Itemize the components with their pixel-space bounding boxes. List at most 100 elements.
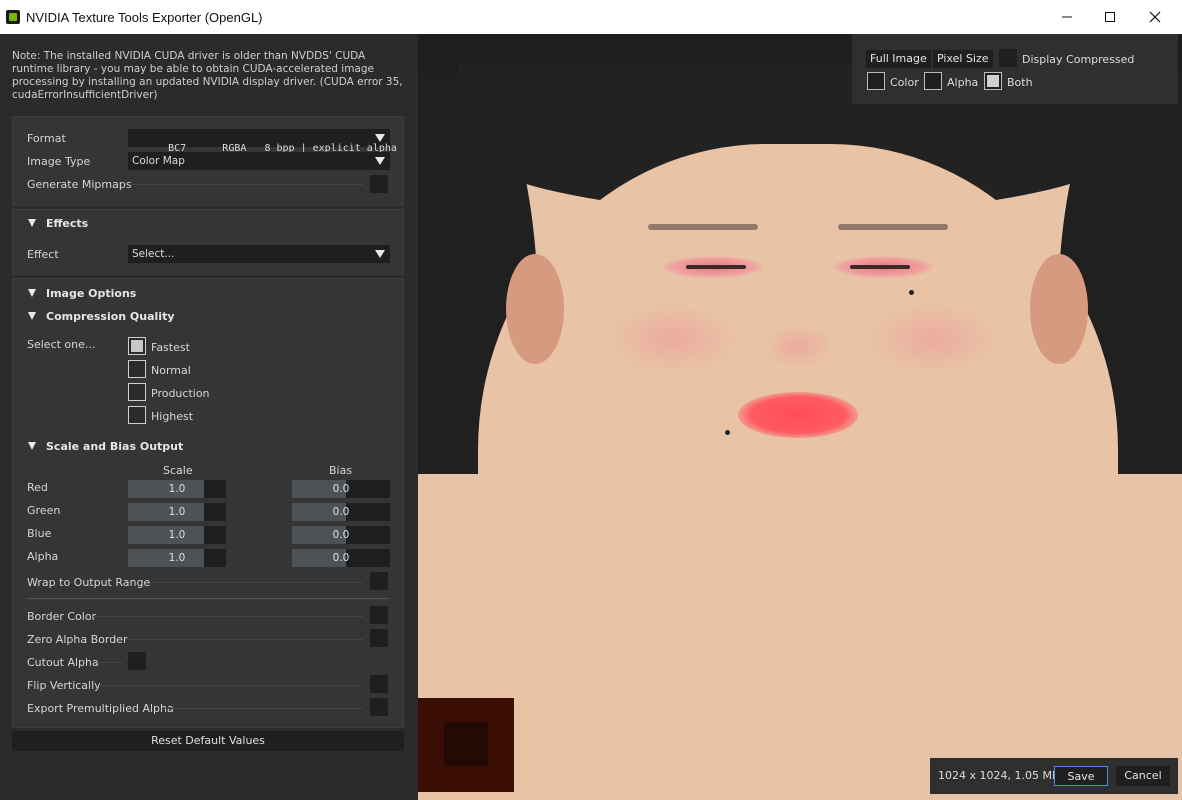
green-bias-slider[interactable]: 0.0 — [292, 503, 390, 521]
premultiplied-alpha-checkbox[interactable] — [370, 698, 388, 716]
cutout-alpha-checkbox[interactable] — [128, 652, 146, 670]
green-bias-value: 0.0 — [332, 506, 350, 518]
full-image-button[interactable]: Full Image — [866, 50, 931, 68]
both-channel-checkbox[interactable] — [984, 72, 1002, 90]
effects-section: Effects Effect Select... — [12, 209, 404, 275]
quality-normal-radio[interactable] — [128, 360, 146, 378]
both-channel-label: Both — [1007, 76, 1033, 89]
alpha-thumbnail — [418, 698, 514, 792]
bias-column-header: Bias — [329, 464, 353, 477]
quality-production-label[interactable]: Production — [151, 387, 210, 400]
blue-bias-slider[interactable]: 0.0 — [292, 526, 390, 544]
dropdown-arrow-icon — [375, 157, 385, 165]
collapse-triangle-icon[interactable] — [28, 312, 36, 320]
save-button[interactable]: Save — [1054, 766, 1108, 786]
collapse-triangle-icon[interactable] — [28, 442, 36, 450]
collapse-triangle-icon[interactable] — [28, 289, 36, 297]
quality-fastest-label[interactable]: Fastest — [151, 341, 190, 354]
red-scale-slider[interactable]: 1.0 — [128, 480, 226, 498]
quality-normal-label[interactable]: Normal — [151, 364, 191, 377]
nvidia-app-icon — [6, 10, 20, 24]
display-compressed-checkbox[interactable] — [999, 49, 1017, 67]
quality-highest-radio[interactable] — [128, 406, 146, 424]
alpha-bias-slider[interactable]: 0.0 — [292, 549, 390, 567]
zero-alpha-border-label: Zero Alpha Border — [27, 633, 128, 646]
minimize-icon — [1062, 16, 1072, 18]
window-title: NVIDIA Texture Tools Exporter (OpenGL) — [26, 10, 263, 25]
red-bias-value: 0.0 — [332, 483, 350, 495]
footer-bar: 1024 x 1024, 1.05 MB Save Cancel — [930, 758, 1178, 794]
channel-blue-label: Blue — [27, 527, 52, 540]
cutout-alpha-label: Cutout Alpha — [27, 656, 99, 669]
wrap-output-checkbox[interactable] — [370, 572, 388, 590]
compression-quality-header[interactable]: Compression Quality — [46, 310, 175, 323]
alpha-bias-value: 0.0 — [332, 552, 350, 564]
collapse-triangle-icon[interactable] — [28, 219, 36, 227]
thumbnail-inner — [444, 722, 488, 766]
texture-ear-left — [506, 254, 564, 364]
maximize-button[interactable] — [1087, 0, 1133, 34]
close-button[interactable] — [1132, 0, 1178, 34]
row-dashes — [163, 708, 363, 709]
effects-header[interactable]: Effects — [46, 217, 88, 230]
border-color-checkbox[interactable] — [370, 606, 388, 624]
generate-mipmaps-checkbox[interactable] — [370, 175, 388, 193]
format-section: Format BC7 RGBA 8 bpp | explicit alpha I… — [12, 116, 404, 206]
separator — [27, 598, 389, 599]
quality-highest-label[interactable]: Highest — [151, 410, 193, 423]
reset-default-values-button[interactable]: Reset Default Values — [12, 731, 404, 751]
zero-alpha-border-checkbox[interactable] — [370, 629, 388, 647]
channel-green-label: Green — [27, 504, 61, 517]
image-type-value: Color Map — [132, 155, 185, 167]
blue-scale-value: 1.0 — [168, 529, 186, 541]
title-bar: NVIDIA Texture Tools Exporter (OpenGL) — [0, 0, 1182, 34]
scale-column-header: Scale — [163, 464, 193, 477]
image-type-dropdown[interactable]: Color Map — [128, 152, 390, 170]
green-scale-slider[interactable]: 1.0 — [128, 503, 226, 521]
flip-vertically-checkbox[interactable] — [370, 675, 388, 693]
alpha-scale-value: 1.0 — [168, 552, 186, 564]
premultiplied-alpha-label: Export Premultiplied Alpha — [27, 702, 174, 715]
texture-lips — [738, 392, 858, 438]
cancel-button[interactable]: Cancel — [1116, 766, 1170, 786]
format-dropdown[interactable]: BC7 RGBA 8 bpp | explicit alpha — [128, 129, 397, 154]
blue-scale-slider[interactable]: 1.0 — [128, 526, 226, 544]
image-type-label: Image Type — [27, 155, 91, 168]
image-options-section: Image Options Compression Quality Select… — [12, 278, 404, 728]
effect-dropdown[interactable]: Select... — [128, 245, 390, 263]
texture-preview[interactable] — [418, 34, 1182, 800]
alpha-scale-slider[interactable]: 1.0 — [128, 549, 226, 567]
effect-label: Effect — [27, 248, 59, 261]
alpha-channel-checkbox[interactable] — [924, 72, 942, 90]
flip-vertically-label: Flip Vertically — [27, 679, 101, 692]
display-compressed-label: Display Compressed — [1022, 53, 1135, 66]
pixel-size-button[interactable]: Pixel Size — [933, 50, 993, 68]
scale-bias-header[interactable]: Scale and Bias Output — [46, 440, 183, 453]
dropdown-arrow-icon — [375, 250, 385, 258]
texture-nose — [763, 324, 833, 369]
minimize-button[interactable] — [1044, 0, 1090, 34]
color-channel-checkbox[interactable] — [867, 72, 885, 90]
quality-production-radio[interactable] — [128, 383, 146, 401]
texture-mole — [909, 290, 914, 295]
texture-cheek-left — [608, 304, 738, 374]
texture-eyeline-left — [686, 265, 746, 269]
close-icon — [1149, 11, 1161, 23]
quality-fastest-radio[interactable] — [128, 337, 146, 355]
channel-alpha-label: Alpha — [27, 550, 59, 563]
row-dashes — [93, 616, 363, 617]
texture-mole — [725, 430, 730, 435]
row-dashes — [125, 639, 363, 640]
texture-brow-left — [648, 224, 758, 230]
blue-bias-value: 0.0 — [332, 529, 350, 541]
image-info: 1024 x 1024, 1.05 MB — [938, 769, 1060, 782]
texture-brow-right — [838, 224, 948, 230]
row-dashes — [97, 662, 123, 663]
red-bias-slider[interactable]: 0.0 — [292, 480, 390, 498]
format-label: Format — [27, 132, 66, 145]
image-options-header[interactable]: Image Options — [46, 287, 136, 300]
maximize-icon — [1105, 12, 1115, 22]
select-one-label: Select one... — [27, 338, 96, 351]
wrap-output-label: Wrap to Output Range — [27, 576, 151, 589]
effect-value: Select... — [132, 248, 175, 260]
